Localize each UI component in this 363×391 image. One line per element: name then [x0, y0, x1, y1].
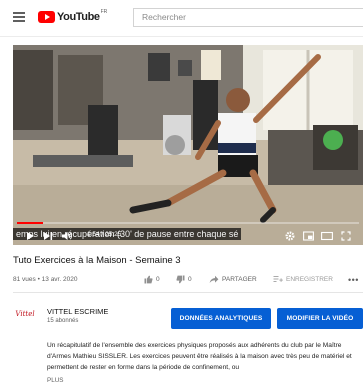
share-icon — [209, 275, 219, 283]
search-input[interactable]: Rechercher — [133, 8, 363, 27]
video-description: Un récapitulatif de l'ensemble des exerc… — [47, 342, 352, 371]
save-label: ENREGISTRER — [286, 276, 333, 283]
thumbs-up-icon — [144, 275, 153, 284]
analytics-button-label: DONNÉES ANALYTIQUES — [179, 315, 263, 322]
logo-text: YouTube — [57, 11, 100, 23]
share-label: PARTAGER — [222, 276, 257, 283]
like-count: 0 — [156, 276, 160, 283]
play-icon[interactable] — [25, 231, 35, 241]
analytics-button[interactable]: DONNÉES ANALYTIQUES — [171, 308, 271, 329]
show-more-button[interactable]: PLUS — [47, 377, 63, 384]
progress-bar-fill — [17, 222, 43, 224]
video-views-date: 81 vues • 13 avr. 2020 — [13, 276, 78, 283]
player-controls: 1:54 / 25:25 — [13, 219, 363, 245]
like-button[interactable]: 0 — [144, 275, 160, 284]
channel-name[interactable]: VITTEL ESCRIME — [47, 307, 108, 316]
share-button[interactable]: PARTAGER — [209, 275, 257, 284]
video-player[interactable]: emps lui en récupération (30' de pause e… — [13, 45, 363, 245]
save-button[interactable]: ENREGISTRER — [273, 275, 333, 284]
search-placeholder: Rechercher — [142, 12, 186, 22]
thumbs-down-icon — [176, 275, 185, 284]
fullscreen-icon[interactable] — [341, 231, 351, 241]
time-display: 1:54 / 25:25 — [87, 231, 122, 238]
youtube-play-icon — [38, 11, 55, 23]
channel-avatar-text: Vittel — [15, 309, 35, 318]
dislike-button[interactable]: 0 — [176, 275, 192, 284]
miniplayer-icon[interactable] — [303, 231, 314, 241]
video-title: Tuto Exercices à la Maison - Semaine 3 — [13, 255, 181, 266]
dislike-count: 0 — [188, 276, 192, 283]
next-icon[interactable] — [43, 231, 53, 241]
progress-bar[interactable] — [17, 222, 359, 224]
logo-country-code: FR — [100, 9, 108, 15]
edit-video-button[interactable]: MODIFIER LA VIDÉO — [277, 308, 363, 329]
playlist-add-icon — [273, 276, 283, 282]
theater-mode-icon[interactable] — [321, 231, 333, 241]
subscriber-count: 15 abonnés — [47, 318, 79, 324]
youtube-logo[interactable]: YouTube FR — [38, 9, 107, 25]
volume-icon[interactable] — [61, 231, 73, 241]
edit-video-button-label: MODIFIER LA VIDÉO — [286, 315, 354, 322]
hamburger-menu-icon[interactable] — [13, 12, 25, 22]
video-frame — [13, 45, 363, 245]
top-bar: YouTube FR Rechercher — [0, 0, 363, 37]
divider — [13, 292, 363, 293]
more-horizontal-icon[interactable]: ••• — [348, 275, 359, 285]
settings-gear-icon[interactable] — [285, 231, 295, 241]
channel-avatar[interactable]: Vittel — [13, 306, 37, 321]
